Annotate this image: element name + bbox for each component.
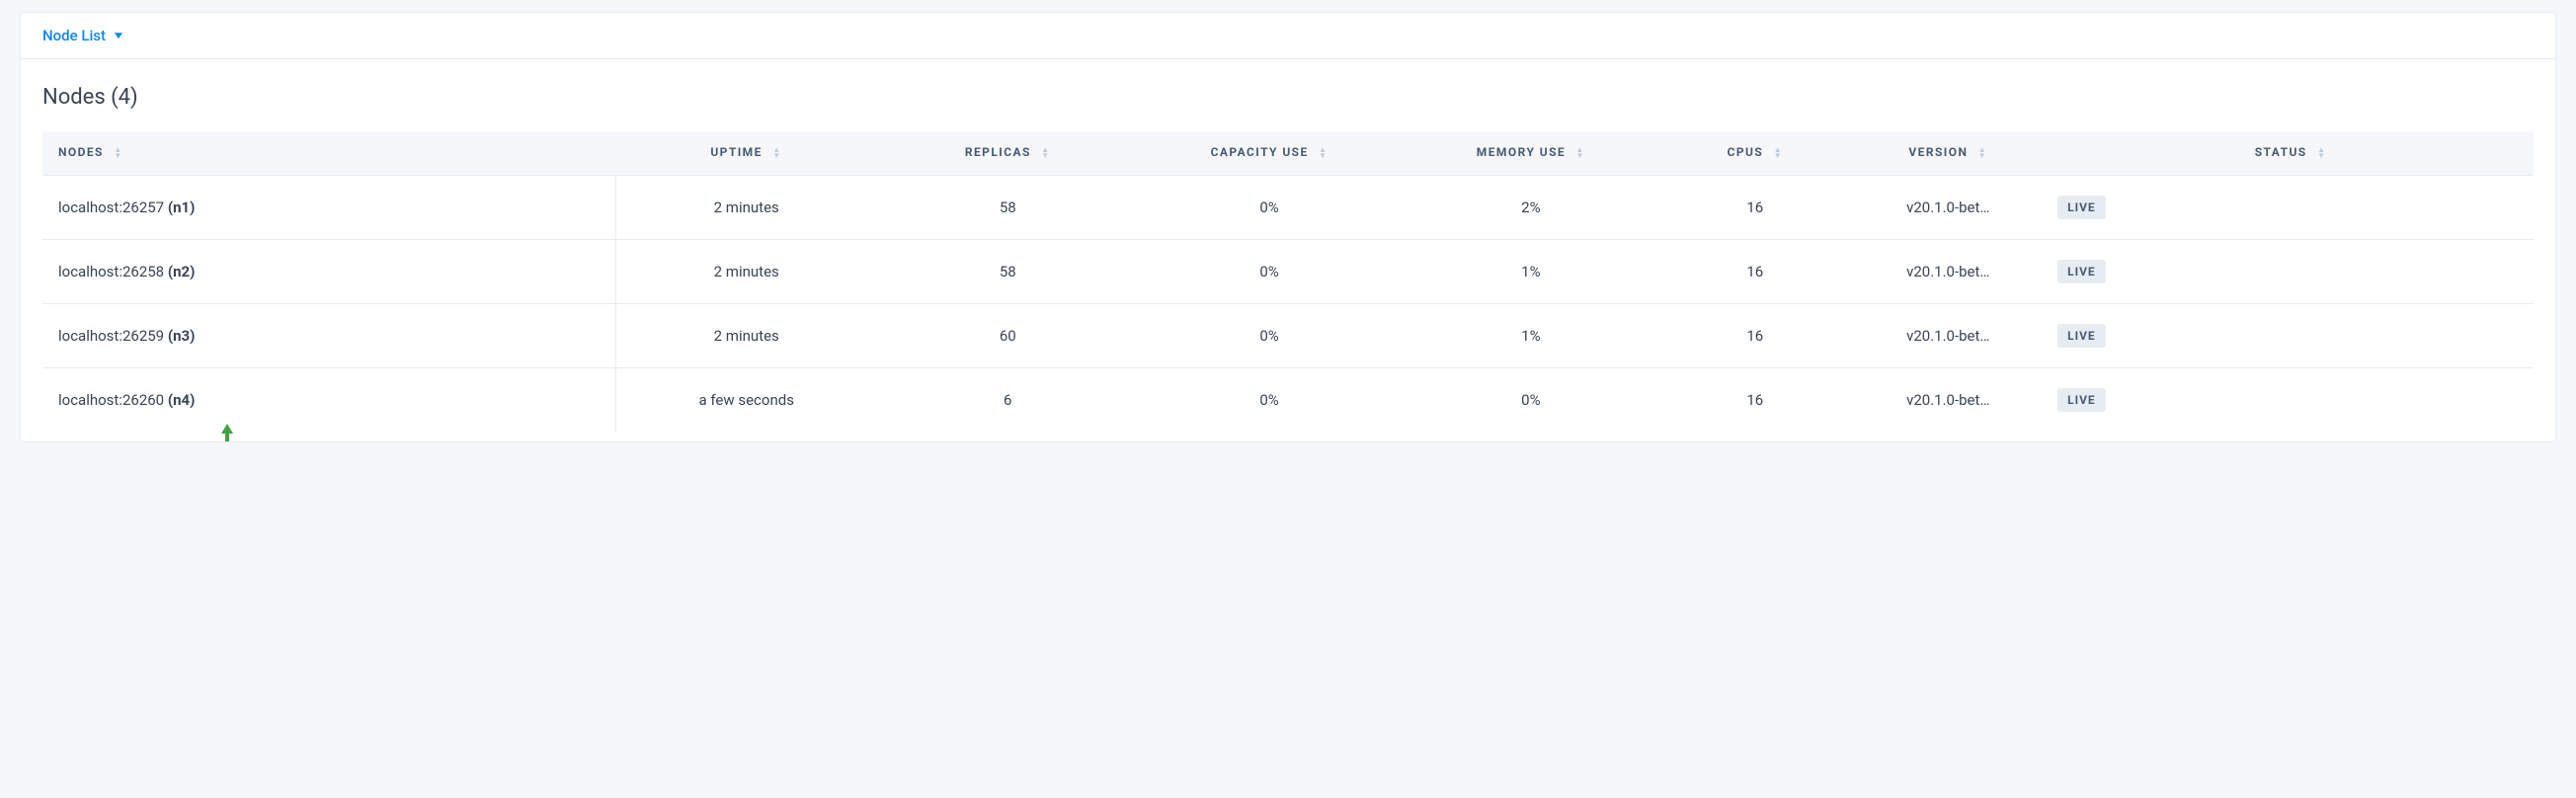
breadcrumb: Node List ▼ bbox=[21, 13, 2555, 59]
caret-down-icon[interactable]: ▼ bbox=[112, 31, 125, 41]
cell-version: v20.1.0-bet… bbox=[1848, 175, 2048, 239]
col-header-label: Status bbox=[2255, 145, 2307, 159]
node-host: localhost:26258 bbox=[58, 263, 164, 280]
cell-replicas: 6 bbox=[877, 367, 1139, 432]
node-id: (n1) bbox=[168, 199, 196, 216]
nodes-table: Nodes ▲▼ Uptime ▲▼ Replicas ▲▼ Capacity … bbox=[42, 131, 2534, 432]
cell-status: LIVE bbox=[2048, 239, 2534, 303]
sort-icon: ▲▼ bbox=[1774, 147, 1783, 159]
col-header-replicas[interactable]: Replicas ▲▼ bbox=[877, 131, 1139, 175]
nodes-card: Node List ▼ Nodes (4) Nodes ▲▼ Uptime bbox=[20, 12, 2556, 442]
node-id: (n4) bbox=[168, 391, 196, 409]
table-row: localhost:26257 (n1) 2 minutes 58 0% 2% … bbox=[42, 175, 2534, 239]
col-header-nodes[interactable]: Nodes ▲▼ bbox=[42, 131, 615, 175]
sort-icon: ▲▼ bbox=[1576, 147, 1585, 159]
col-header-label: CPUs bbox=[1728, 145, 1764, 159]
table-row: localhost:26259 (n3) 2 minutes 60 0% 1% … bbox=[42, 303, 2534, 367]
sort-icon: ▲▼ bbox=[772, 147, 781, 159]
node-host: localhost:26260 bbox=[58, 391, 164, 409]
node-id: (n2) bbox=[168, 263, 196, 280]
cell-node[interactable]: localhost:26259 (n3) bbox=[42, 303, 615, 367]
cell-node[interactable]: localhost:26258 (n2) bbox=[42, 239, 615, 303]
col-header-cpus[interactable]: CPUs ▲▼ bbox=[1661, 131, 1848, 175]
status-badge: LIVE bbox=[2057, 260, 2105, 283]
sort-icon: ▲▼ bbox=[1978, 147, 1987, 159]
arrow-up-icon bbox=[218, 422, 236, 442]
cell-replicas: 60 bbox=[877, 303, 1139, 367]
sort-icon: ▲▼ bbox=[1319, 147, 1328, 159]
cell-replicas: 58 bbox=[877, 239, 1139, 303]
sort-icon: ▲▼ bbox=[1041, 147, 1050, 159]
col-header-capacity[interactable]: Capacity Use ▲▼ bbox=[1139, 131, 1401, 175]
node-host: localhost:26259 bbox=[58, 327, 164, 345]
cell-capacity: 0% bbox=[1139, 239, 1401, 303]
cell-uptime: a few seconds bbox=[615, 367, 877, 432]
cell-memory: 1% bbox=[1400, 303, 1661, 367]
col-header-label: Memory Use bbox=[1477, 145, 1566, 159]
cell-version: v20.1.0-bet… bbox=[1848, 303, 2048, 367]
cell-status: LIVE bbox=[2048, 303, 2534, 367]
content-area: Nodes (4) Nodes ▲▼ Uptime ▲▼ bbox=[21, 59, 2555, 441]
table-header-row: Nodes ▲▼ Uptime ▲▼ Replicas ▲▼ Capacity … bbox=[42, 131, 2534, 175]
cell-capacity: 0% bbox=[1139, 303, 1401, 367]
cell-status: LIVE bbox=[2048, 367, 2534, 432]
col-header-uptime[interactable]: Uptime ▲▼ bbox=[615, 131, 877, 175]
node-id: (n3) bbox=[168, 327, 196, 345]
cell-version: v20.1.0-bet… bbox=[1848, 239, 2048, 303]
cell-memory: 2% bbox=[1400, 175, 1661, 239]
cell-replicas: 58 bbox=[877, 175, 1139, 239]
col-header-memory[interactable]: Memory Use ▲▼ bbox=[1400, 131, 1661, 175]
table-row: localhost:26260 (n4) a few seconds 6 0% … bbox=[42, 367, 2534, 432]
cell-memory: 1% bbox=[1400, 239, 1661, 303]
status-badge: LIVE bbox=[2057, 388, 2105, 412]
cell-cpus: 16 bbox=[1661, 239, 1848, 303]
cell-uptime: 2 minutes bbox=[615, 239, 877, 303]
cell-capacity: 0% bbox=[1139, 175, 1401, 239]
page-title: Nodes (4) bbox=[42, 85, 2534, 110]
col-header-label: Version bbox=[1908, 145, 1968, 159]
cell-status: LIVE bbox=[2048, 175, 2534, 239]
col-header-label: Nodes bbox=[58, 145, 104, 159]
title-text: Nodes bbox=[42, 85, 106, 110]
node-host: localhost:26257 bbox=[58, 199, 164, 216]
title-count: 4 bbox=[119, 85, 130, 110]
col-header-status[interactable]: Status ▲▼ bbox=[2048, 131, 2534, 175]
cell-cpus: 16 bbox=[1661, 303, 1848, 367]
col-header-label: Replicas bbox=[965, 145, 1031, 159]
table-row: localhost:26258 (n2) 2 minutes 58 0% 1% … bbox=[42, 239, 2534, 303]
cell-cpus: 16 bbox=[1661, 367, 1848, 432]
cell-cpus: 16 bbox=[1661, 175, 1848, 239]
cell-node[interactable]: localhost:26260 (n4) bbox=[42, 367, 615, 432]
cell-memory: 0% bbox=[1400, 367, 1661, 432]
cell-uptime: 2 minutes bbox=[615, 175, 877, 239]
cell-capacity: 0% bbox=[1139, 367, 1401, 432]
sort-icon: ▲▼ bbox=[2317, 147, 2326, 159]
cell-version: v20.1.0-bet… bbox=[1848, 367, 2048, 432]
col-header-label: Uptime bbox=[710, 145, 763, 159]
table-body: localhost:26257 (n1) 2 minutes 58 0% 2% … bbox=[42, 175, 2534, 432]
status-badge: LIVE bbox=[2057, 196, 2105, 219]
col-header-version[interactable]: Version ▲▼ bbox=[1848, 131, 2048, 175]
cell-node[interactable]: localhost:26257 (n1) bbox=[42, 175, 615, 239]
breadcrumb-current[interactable]: Node List bbox=[42, 27, 106, 44]
col-header-label: Capacity Use bbox=[1211, 145, 1309, 159]
status-badge: LIVE bbox=[2057, 324, 2105, 348]
cell-uptime: 2 minutes bbox=[615, 303, 877, 367]
sort-icon: ▲▼ bbox=[114, 147, 122, 159]
